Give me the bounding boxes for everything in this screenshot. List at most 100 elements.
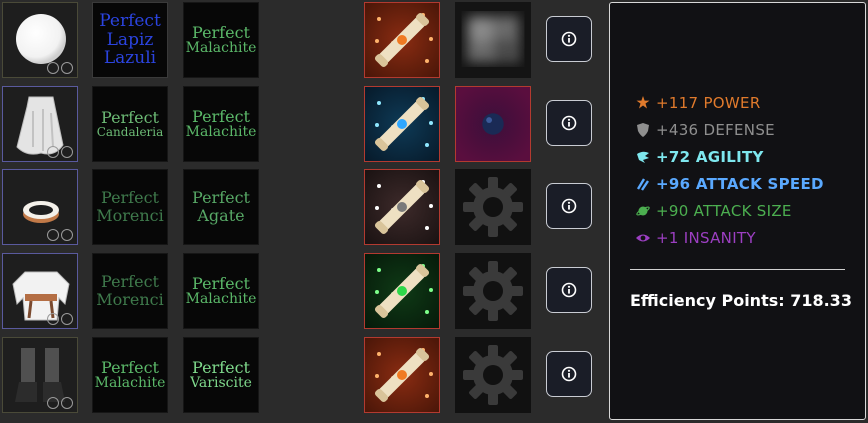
info-button[interactable]: [546, 16, 592, 62]
scroll-orange-icon[interactable]: [364, 337, 440, 413]
item-slot-orb[interactable]: [2, 2, 78, 78]
gem-name-line: Perfect: [192, 273, 250, 293]
gem-name: Perfect Morenci: [96, 189, 164, 224]
gem-name-line: Agate: [197, 206, 245, 225]
info-button[interactable]: [546, 100, 592, 146]
gem-name: Perfect Morenci: [96, 273, 164, 308]
equipment-row: Perfect Malachite Perfect Variscite: [0, 337, 600, 413]
scroll-orange-icon[interactable]: [364, 2, 440, 78]
gem-slot[interactable]: Perfect Lapiz Lazuli: [92, 2, 168, 78]
gem-name-line: Malachite: [185, 124, 257, 141]
gem-slot[interactable]: Perfect Candaleria: [92, 86, 168, 162]
gem-name-line: Perfect: [192, 106, 250, 126]
gem-socket-indicators: [47, 229, 73, 241]
info-icon: [561, 366, 577, 382]
socket-dot-icon: [61, 229, 73, 241]
info-button[interactable]: [546, 183, 592, 229]
stat-row: +96 ATTACK SPEED: [636, 173, 824, 195]
stat-text: +117 POWER: [656, 94, 761, 112]
gem-name: Perfect Malachite: [185, 106, 257, 141]
gem-name-line: Perfect: [99, 10, 161, 31]
blurred-item-slot[interactable]: [455, 2, 531, 78]
gem-name: Perfect Lapiz Lazuli: [99, 12, 161, 68]
gem-slot[interactable]: Perfect Variscite: [183, 337, 259, 413]
gem-slot[interactable]: Perfect Morenci: [92, 253, 168, 329]
gem-socket-indicators: [47, 146, 73, 158]
scroll-green-icon[interactable]: [364, 253, 440, 329]
socket-dot-icon: [47, 397, 59, 409]
gem-slot[interactable]: Perfect Malachite: [183, 253, 259, 329]
gem-name-line: Perfect: [192, 22, 250, 42]
stat-row: +436 DEFENSE: [636, 119, 775, 141]
item-slot-ring[interactable]: [2, 169, 78, 245]
gem-name-line: Perfect: [101, 188, 159, 208]
gem-name-line: Malachite: [185, 291, 257, 308]
gem-name: Perfect Malachite: [185, 22, 257, 57]
essence-orb-icon[interactable]: [455, 86, 531, 162]
stat-row: +1 INSANITY: [636, 227, 756, 249]
gem-socket-indicators: [47, 62, 73, 74]
stat-row: +72 AGILITY: [636, 146, 764, 168]
socket-dot-icon: [47, 229, 59, 241]
stat-text: +436 DEFENSE: [656, 121, 775, 139]
gem-name-line: Morenci: [96, 290, 164, 309]
gear-icon[interactable]: [455, 337, 531, 413]
item-slot-shirt[interactable]: [2, 253, 78, 329]
gem-name-line: Perfect: [192, 357, 250, 377]
socket-dot-icon: [47, 313, 59, 325]
speed-lines-icon: [636, 177, 650, 191]
equipment-row: Perfect Candaleria Perfect Malachite: [0, 86, 600, 162]
gem-slot[interactable]: Perfect Morenci: [92, 169, 168, 245]
info-icon: [561, 282, 577, 298]
gem-slot[interactable]: Perfect Malachite: [183, 86, 259, 162]
socket-dot-icon: [61, 313, 73, 325]
gem-name-line: Malachite: [185, 40, 257, 57]
planet-icon: [636, 204, 650, 218]
info-icon: [561, 31, 577, 47]
stat-text: +72 AGILITY: [656, 148, 764, 166]
socket-dot-icon: [61, 62, 73, 74]
socket-dot-icon: [61, 397, 73, 409]
wing-icon: [636, 150, 650, 164]
gem-name: Perfect Variscite: [190, 357, 252, 392]
gem-slot[interactable]: Perfect Malachite: [183, 2, 259, 78]
gem-socket-indicators: [47, 313, 73, 325]
gem-name-line: Morenci: [96, 206, 164, 225]
gem-slot[interactable]: Perfect Malachite: [92, 337, 168, 413]
stat-text: +96 ATTACK SPEED: [656, 175, 824, 193]
gem-name-line: Perfect: [101, 357, 159, 377]
gem-name-line: Perfect: [101, 272, 159, 292]
equipment-row: Perfect Morenci Perfect Agate: [0, 169, 600, 245]
info-button[interactable]: [546, 267, 592, 313]
gear-icon[interactable]: [455, 169, 531, 245]
shield-icon: [636, 123, 650, 137]
info-button[interactable]: [546, 351, 592, 397]
socket-dot-icon: [61, 146, 73, 158]
star-burst-icon: [636, 96, 650, 110]
stats-divider: [630, 269, 845, 270]
stats-panel: +117 POWER +436 DEFENSE +72 AGILITY +96 ATT…: [609, 2, 866, 420]
stat-row: +90 ATTACK SIZE: [636, 200, 792, 222]
gear-icon[interactable]: [455, 253, 531, 329]
eye-icon: [636, 231, 650, 245]
gem-socket-indicators: [47, 397, 73, 409]
scroll-cyan-icon[interactable]: [364, 86, 440, 162]
scroll-silver-icon[interactable]: [364, 169, 440, 245]
gem-name-line: Lazuli: [103, 48, 157, 69]
stat-row: +117 POWER: [636, 92, 761, 114]
gem-name: Perfect Malachite: [94, 357, 166, 392]
gem-name-line: Candaleria: [96, 125, 164, 140]
gem-name-line: Lapiz: [106, 29, 154, 50]
gem-slot[interactable]: Perfect Agate: [183, 169, 259, 245]
item-slot-cape[interactable]: [2, 86, 78, 162]
stat-text: +90 ATTACK SIZE: [656, 202, 792, 220]
socket-dot-icon: [47, 62, 59, 74]
socket-dot-icon: [47, 146, 59, 158]
equipment-row: Perfect Morenci Perfect Malachite: [0, 253, 600, 329]
gem-name-line: Perfect: [192, 188, 250, 208]
item-slot-boots[interactable]: [2, 337, 78, 413]
stat-text: +1 INSANITY: [656, 229, 756, 247]
info-icon: [561, 198, 577, 214]
gem-name: Perfect Malachite: [185, 273, 257, 308]
gem-name-line: Malachite: [94, 375, 166, 392]
